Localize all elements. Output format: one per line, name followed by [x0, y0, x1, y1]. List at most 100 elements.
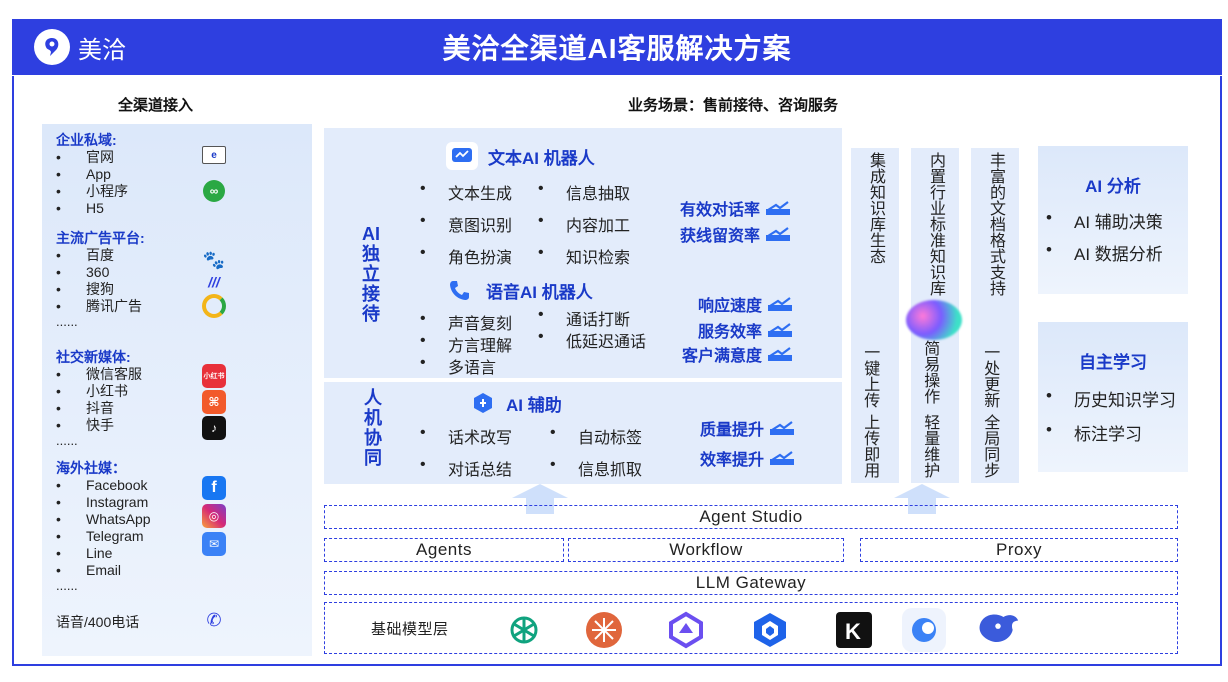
column-top-text: 集成知识库生态 [867, 152, 884, 264]
baidu-icon: 🐾 [202, 249, 226, 270]
ai-assist-icon [470, 390, 496, 416]
list-item: 声音复刻 [420, 310, 512, 334]
list-item: Instagram [56, 494, 151, 511]
list-item: 多语言 [420, 354, 496, 378]
trend-up-icon [768, 297, 793, 311]
list-item: 腾讯广告 [56, 298, 145, 315]
metric-label: 有效对话率 [680, 196, 791, 220]
metric-text: 客户满意度 [682, 348, 763, 365]
label-char: 同 [364, 448, 382, 468]
list-item: 内容加工 [538, 212, 630, 236]
label-char: 接 [362, 284, 380, 304]
metric-label: 服务效率 [698, 318, 793, 342]
knowledge-column-3: 丰富的文档格式支持 一处更新 全局同步 [971, 148, 1019, 483]
trend-up-icon [768, 323, 793, 337]
agents-layer: Agents [324, 538, 564, 562]
label-char: 独 [362, 244, 380, 264]
text-robot-heading: 文本AI 机器人 [446, 142, 595, 170]
column-top-text: 内置行业标准知识库 [927, 152, 944, 296]
claude-icon [582, 608, 626, 652]
ai-assist-heading: AI 辅助 [470, 390, 562, 416]
metric-label: 质量提升 [700, 416, 795, 440]
more-ellipsis: ...... [56, 314, 78, 329]
list-item: Telegram [56, 528, 151, 545]
list-item: 意图识别 [420, 212, 512, 236]
column-bottom-text: 全局同步 [981, 414, 999, 478]
label-char: 机 [364, 408, 382, 428]
metric-text: 响应速度 [698, 298, 763, 315]
brand-name: 美洽 [78, 36, 126, 64]
doubao-icon [902, 608, 946, 652]
list-item: H5 [56, 200, 128, 217]
trend-up-icon [766, 227, 791, 241]
list-item: Email [56, 562, 151, 579]
ai-analysis-panel: AI 分析 AI 辅助决策 AI 数据分析 [1038, 146, 1188, 294]
facebook-icon: f [202, 476, 226, 500]
voice-robot-title: 语音AI 机器人 [486, 282, 593, 302]
overseas-group: 海外社媒： Facebook Instagram WhatsApp Telegr… [56, 460, 151, 593]
list-item: 角色扮演 [420, 244, 512, 268]
phone-call-icon [444, 276, 476, 304]
metric-text: 服务效率 [698, 324, 763, 341]
list-item: AI 数据分析 [1046, 240, 1163, 265]
base-model-label: 基础模型层 [371, 620, 449, 638]
label-char: AI [362, 224, 380, 244]
browser-icon: e [202, 146, 226, 164]
trend-up-icon [768, 347, 793, 361]
list-item: 自动标签 [550, 424, 642, 448]
douyin-icon: ♪ [202, 416, 226, 440]
label-char: 人 [364, 388, 382, 408]
list-item: 微信客服 [56, 366, 142, 383]
list-item: 话术改写 [420, 424, 512, 448]
list-item: 小红书 [56, 383, 142, 400]
deepseek-icon [748, 608, 792, 652]
self-learning-panel: 自主学习 历史知识学习 标注学习 [1038, 322, 1188, 472]
label-char: 待 [362, 304, 380, 324]
deepseek-whale-icon [976, 606, 1020, 650]
label-char: 立 [362, 264, 380, 284]
scenario-title: 业务场景：售前接待、咨询服务 [628, 97, 839, 114]
ai-orb-icon [906, 300, 962, 340]
header-bar: 美洽 美洽全渠道AI客服解决方案 [12, 19, 1222, 75]
column-bottom-text: 上传即用 [861, 414, 879, 478]
metric-label: 响应速度 [698, 292, 793, 316]
metric-text: 效率提升 [700, 452, 765, 469]
channels-title: 全渠道接入 [118, 97, 194, 114]
chat-icon [446, 142, 478, 170]
list-item: Line [56, 545, 151, 562]
column-bottom-text: 轻量维护 [921, 414, 939, 478]
trend-up-icon [770, 451, 795, 465]
list-item: 信息抓取 [550, 456, 642, 480]
column-top-text: 丰富的文档格式支持 [987, 152, 1004, 296]
list-item: 信息抽取 [538, 180, 630, 204]
enterprise-group: 企业私域: 官网 App 小程序 H5 [56, 132, 128, 217]
self-learning-title: 自主学习 [1079, 353, 1147, 372]
tongyi-icon [664, 608, 708, 652]
column-bottom-text: 简易操作 [921, 340, 939, 404]
list-item: 抖音 [56, 400, 142, 417]
mini-program-icon: ∞ [203, 180, 225, 202]
column-bottom-text: 一键上传 [861, 344, 879, 408]
svg-text:K: K [845, 619, 861, 644]
list-item: 搜狗 [56, 281, 145, 298]
sogou-icon: /// [208, 274, 220, 290]
list-item: 方言理解 [420, 332, 512, 356]
metric-label: 客户满意度 [682, 342, 793, 366]
list-item: App [56, 166, 128, 183]
list-item: 通话打断 [538, 306, 630, 330]
page-title: 美洽全渠道AI客服解决方案 [442, 33, 792, 64]
knowledge-column-1: 集成知识库生态 一键上传 上传即用 [851, 148, 899, 483]
list-item: 百度 [56, 247, 145, 264]
metric-text: 获线留资率 [680, 228, 761, 245]
list-item: 小程序 [56, 183, 128, 200]
list-item: 知识检索 [538, 244, 630, 268]
list-item: WhatsApp [56, 511, 151, 528]
column-bottom-text: 一处更新 [981, 344, 999, 408]
ai-assist-title: AI 辅助 [506, 395, 562, 415]
openai-icon [502, 608, 546, 652]
instagram-icon: ◎ [202, 504, 226, 528]
text-robot-title: 文本AI 机器人 [488, 148, 595, 168]
metric-label: 获线留资率 [680, 222, 791, 246]
list-item: 对话总结 [420, 456, 512, 480]
human-collab-label: 人 机 协 同 [358, 388, 388, 468]
